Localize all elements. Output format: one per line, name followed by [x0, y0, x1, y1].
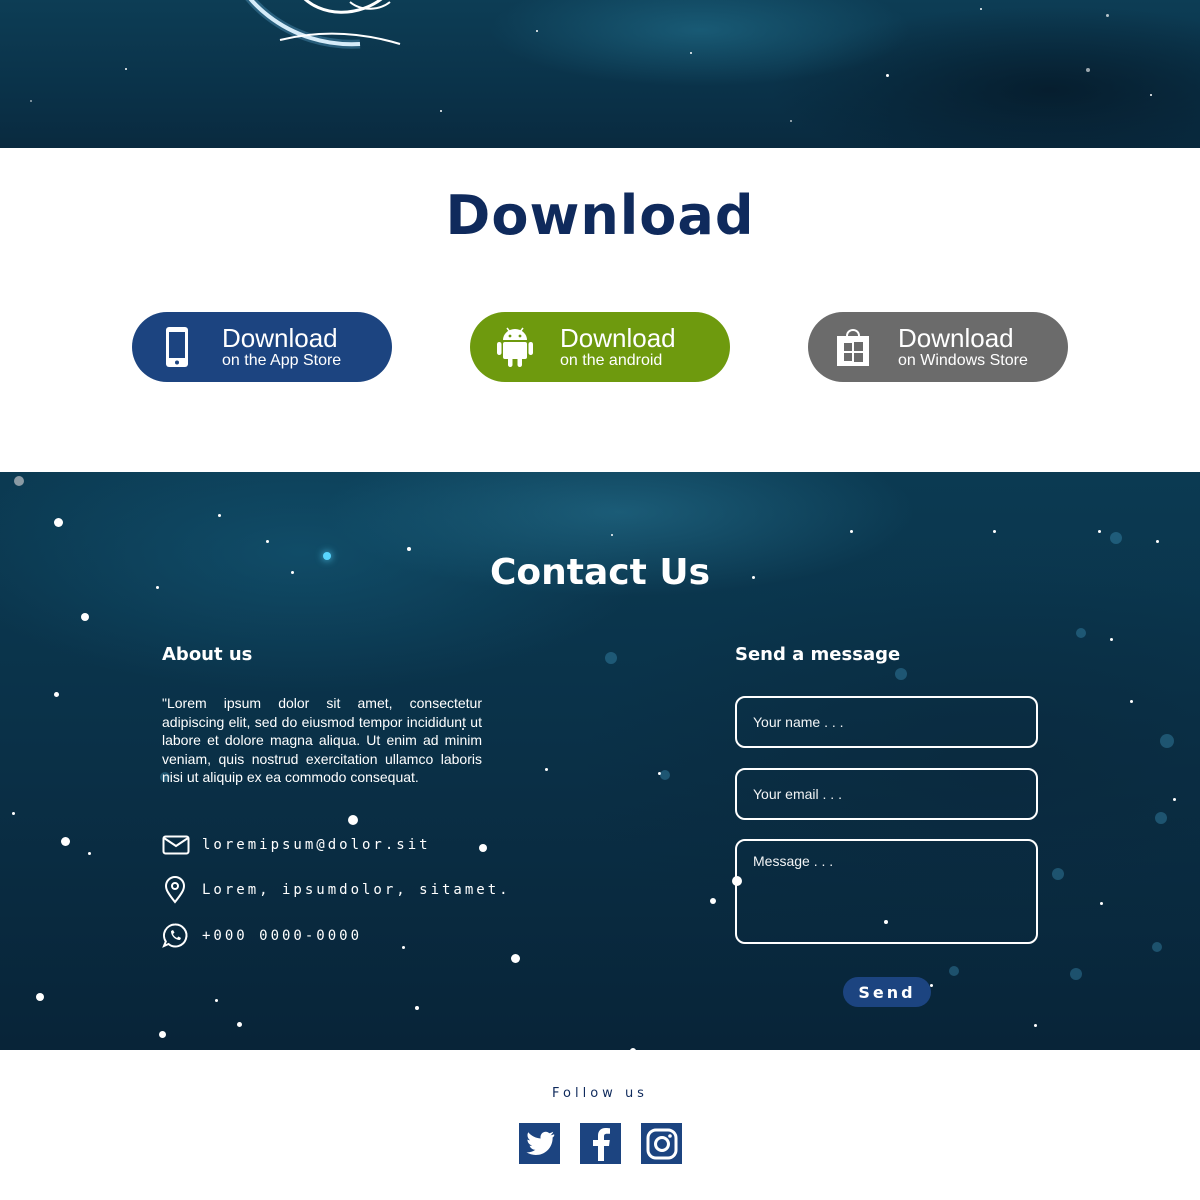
- about-text: "Lorem ipsum dolor sit amet, consectetur…: [162, 695, 482, 785]
- phone-icon: [132, 326, 222, 368]
- about-heading: About us: [162, 644, 253, 665]
- download-title: Download: [445, 184, 755, 247]
- hero-stars: [0, 0, 1200, 148]
- android-icon: [470, 326, 560, 368]
- contact-title: Contact Us: [489, 552, 711, 593]
- message-input[interactable]: [735, 839, 1038, 944]
- send-message-heading: Send a message: [735, 644, 901, 665]
- facebook-link[interactable]: [580, 1123, 621, 1164]
- twitter-link[interactable]: [519, 1123, 560, 1164]
- landing-page: Download Download on the App Store Downl…: [0, 0, 1200, 1200]
- contact-phone: +000 0000-0000: [202, 928, 363, 944]
- location-pin-icon: [162, 876, 202, 904]
- windows-store-download-button[interactable]: Download on Windows Store: [808, 312, 1068, 382]
- name-input[interactable]: [735, 696, 1038, 748]
- android-button-label: Download: [560, 323, 676, 353]
- facebook-icon: [592, 1127, 610, 1161]
- windows-button-sub: on Windows Store: [898, 352, 1028, 369]
- send-button[interactable]: Send: [843, 977, 931, 1007]
- android-download-button[interactable]: Download on the android: [470, 312, 730, 382]
- app-store-button-label: Download: [222, 323, 338, 353]
- follow-us-label: Follow us: [552, 1086, 648, 1101]
- hero-banner: [0, 0, 1200, 148]
- instagram-icon: [646, 1128, 677, 1159]
- mail-icon: [162, 835, 202, 855]
- contact-email[interactable]: loremipsum@dolor.sit: [202, 837, 431, 853]
- app-store-button-sub: on the App Store: [222, 352, 342, 369]
- contact-phone-row: +000 0000-0000: [162, 922, 362, 950]
- contact-address-row: Lorem, ipsumdolor, sitamet.: [162, 876, 511, 904]
- app-store-download-button[interactable]: Download on the App Store: [132, 312, 392, 382]
- windows-button-label: Download: [898, 323, 1014, 353]
- whatsapp-icon: [162, 922, 202, 950]
- contact-email-row: loremipsum@dolor.sit: [162, 835, 431, 855]
- email-input[interactable]: [735, 768, 1038, 820]
- windows-store-icon: [808, 326, 898, 368]
- android-button-sub: on the android: [560, 352, 663, 369]
- twitter-icon: [525, 1131, 554, 1155]
- instagram-link[interactable]: [641, 1123, 682, 1164]
- app-logo-icon: [245, 0, 401, 49]
- contact-address: Lorem, ipsumdolor, sitamet.: [202, 882, 511, 898]
